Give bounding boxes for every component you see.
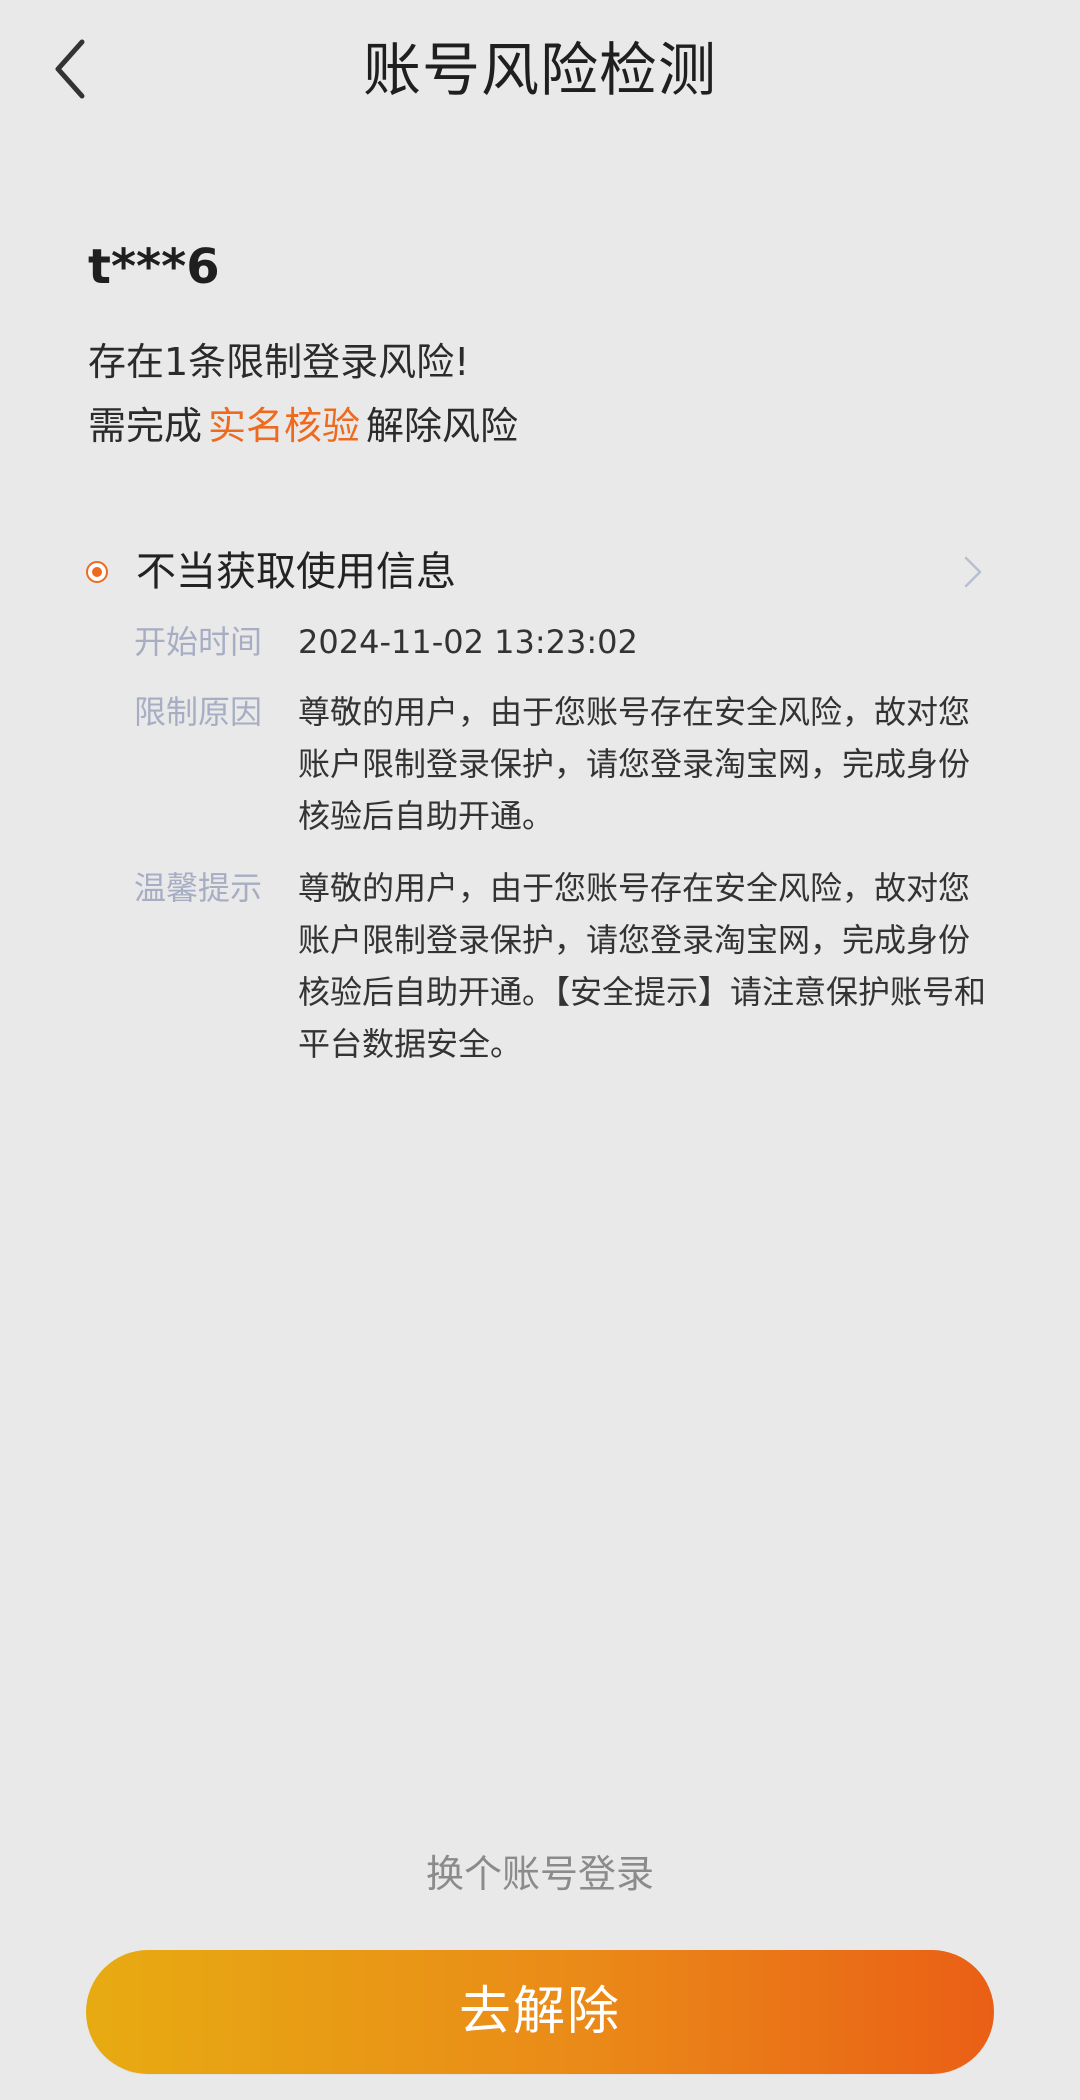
real-name-verification-link[interactable]: 实名核验 [208, 404, 360, 448]
risk-action-suffix: 解除风险 [366, 404, 519, 448]
resolve-button-label: 去解除 [458, 1982, 621, 2042]
detail-label: 温馨提示 [134, 869, 263, 907]
switch-account-link[interactable]: 换个账号登录 [0, 1842, 1080, 1906]
detail-label: 开始时间 [134, 623, 263, 661]
chevron-right-icon [964, 556, 982, 588]
detail-warm-tips: 温馨提示 尊敬的用户，由于您账号存在安全风险，故对您账户限制登录保护，请您登录淘… [134, 862, 1000, 1070]
resolve-button[interactable]: 去解除 [86, 1950, 994, 2074]
detail-value: 尊敬的用户，由于您账号存在安全风险，故对您账户限制登录保护，请您登录淘宝网，完成… [298, 693, 971, 835]
risk-status-icon [86, 561, 108, 583]
risk-item-header[interactable]: 不当获取使用信息 [84, 540, 1000, 604]
detail-start-time: 开始时间 2024-11-02 13:23:02 [134, 616, 1000, 668]
detail-label: 限制原因 [134, 693, 263, 731]
risk-item-title: 不当获取使用信息 [136, 549, 456, 595]
risk-action-line: 需完成 实名核验 解除风险 [88, 394, 518, 458]
detail-value: 2024-11-02 13:23:02 [298, 623, 638, 661]
detail-restriction-reason: 限制原因 尊敬的用户，由于您账号存在安全风险，故对您账户限制登录保护，请您登录淘… [134, 686, 1000, 842]
risk-action-prefix: 需完成 [88, 404, 203, 448]
account-name: t***6 [88, 239, 220, 295]
risk-count-text: 存在1条限制登录风险! [88, 340, 470, 384]
page-title: 账号风险检测 [362, 36, 717, 104]
detail-value: 尊敬的用户，由于您账号存在安全风险，故对您账户限制登录保护，请您登录淘宝网，完成… [298, 869, 987, 1063]
risk-summary: 存在1条限制登录风险! 需完成 实名核验 解除风险 [88, 330, 518, 458]
risk-item: 不当获取使用信息 开始时间 2024-11-02 13:23:02 限制原因 尊… [84, 540, 1000, 1070]
header: 账号风险检测 [0, 0, 1080, 140]
